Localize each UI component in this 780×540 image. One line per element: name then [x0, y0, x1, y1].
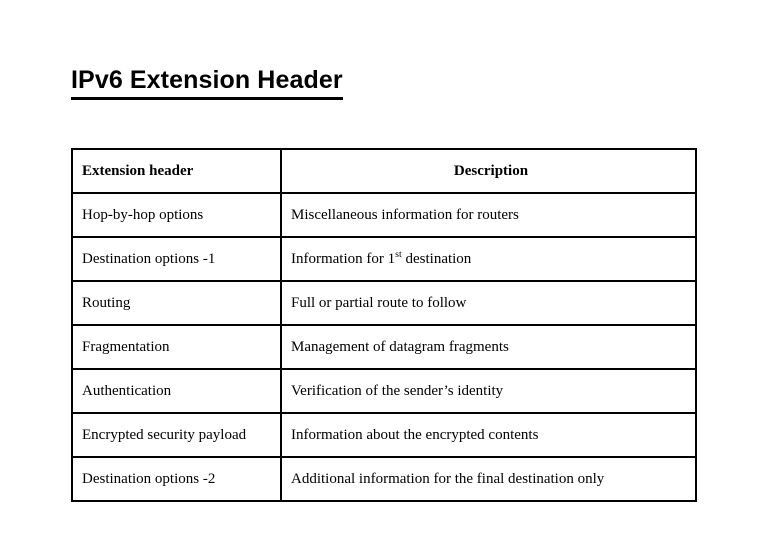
table-body: Extension header Description Hop-by-hop … [71, 148, 697, 502]
cell-description: Information for 1st destination [280, 236, 697, 282]
cell-description: Additional information for the final des… [280, 456, 697, 502]
table-row: Routing Full or partial route to follow [71, 280, 697, 326]
table-header-row: Extension header Description [71, 148, 697, 194]
description-text-pre: Information for 1 [291, 251, 396, 267]
table-row: Authentication Verification of the sender… [71, 368, 697, 414]
cell-description: Management of datagram fragments [280, 324, 697, 370]
extension-header-table: Extension header Description Hop-by-hop … [71, 148, 697, 502]
cell-extension-header: Authentication [71, 368, 282, 414]
cell-description: Full or partial route to follow [280, 280, 697, 326]
table-row: Destination options -1 Information for 1s… [71, 236, 697, 282]
slide-canvas: IPv6 Extension Header Extension header D… [0, 0, 780, 540]
cell-extension-header: Destination options -1 [71, 236, 282, 282]
description-text-post: destination [401, 251, 472, 267]
cell-extension-header: Routing [71, 280, 282, 326]
cell-description: Information about the encrypted contents [280, 412, 697, 458]
column-header-description: Description [280, 148, 697, 194]
cell-extension-header: Destination options -2 [71, 456, 282, 502]
table-row: Encrypted security payload Information ab… [71, 412, 697, 458]
ordinal-suffix: st [395, 249, 402, 260]
table-row: Hop-by-hop options Miscellaneous informat… [71, 192, 697, 238]
page-title-text: IPv6 Extension Header [71, 65, 343, 100]
cell-extension-header: Fragmentation [71, 324, 282, 370]
page-title: IPv6 Extension Header [71, 65, 343, 100]
column-header-extension-header: Extension header [71, 148, 282, 194]
table-row: Fragmentation Management of datagram frag… [71, 324, 697, 370]
table-row: Destination options -2 Additional informa… [71, 456, 697, 502]
cell-extension-header: Hop-by-hop options [71, 192, 282, 238]
cell-description: Verification of the sender’s identity [280, 368, 697, 414]
cell-extension-header: Encrypted security payload [71, 412, 282, 458]
cell-description: Miscellaneous information for routers [280, 192, 697, 238]
extension-header-table-wrapper: Extension header Description Hop-by-hop … [71, 148, 697, 502]
